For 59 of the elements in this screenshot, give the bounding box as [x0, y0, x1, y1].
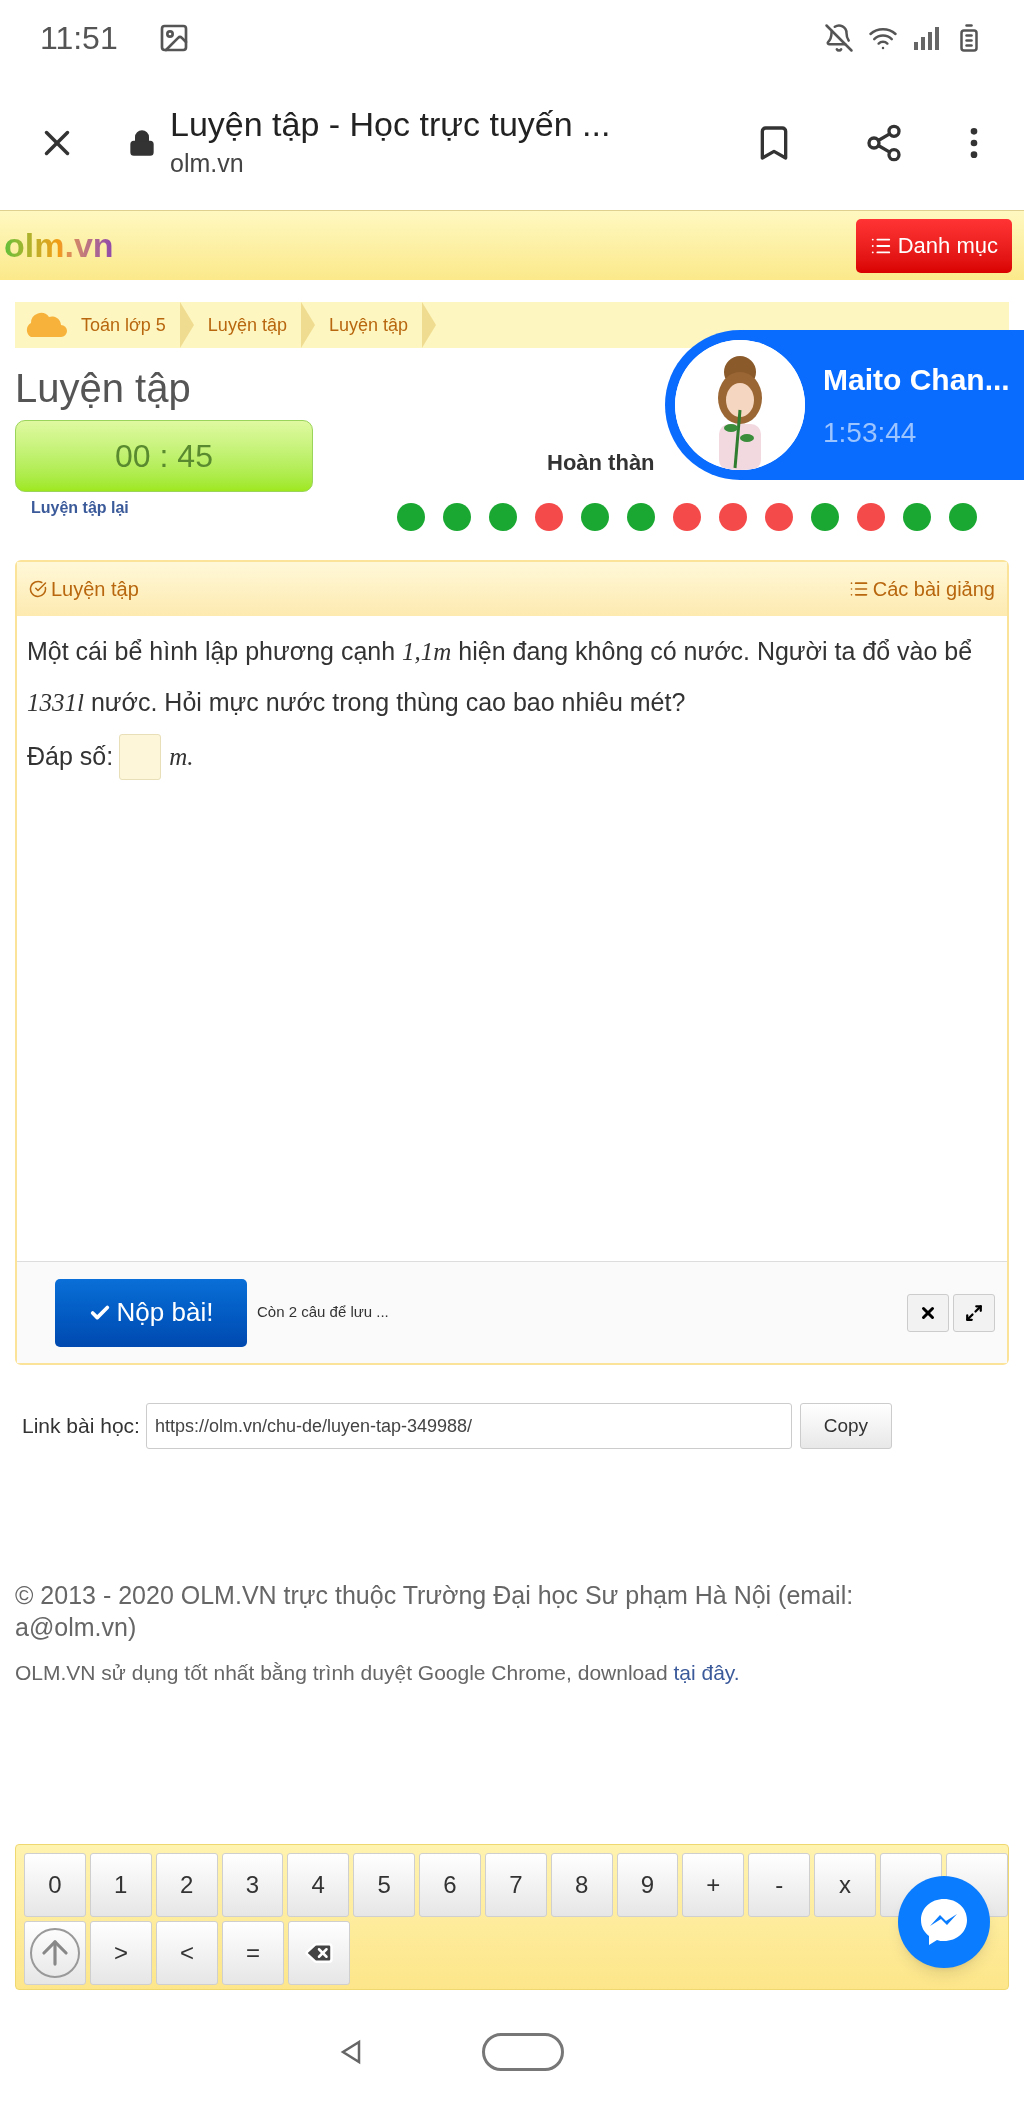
keypad-key[interactable]: 5 [353, 1853, 416, 1917]
home-button[interactable] [482, 2033, 564, 2071]
breadcrumb-link[interactable]: Luyện tập [314, 311, 422, 339]
answer-unit: m. [169, 742, 194, 773]
keypad-key[interactable]: 6 [419, 1853, 481, 1917]
chevron-icon [300, 302, 315, 348]
section-title: Luyện tập [15, 365, 192, 412]
backspace-key[interactable] [288, 1921, 350, 1985]
lessons-link[interactable]: Các bài giảng [848, 574, 995, 604]
answer-label: Đáp số: [27, 741, 114, 773]
signal-icon [912, 24, 940, 52]
expand-icon [965, 1303, 983, 1322]
keypad-key[interactable]: < [156, 1921, 218, 1985]
download-link[interactable]: tại đây. [673, 1661, 740, 1684]
chevron-icon [422, 302, 436, 348]
keypad-key[interactable]: 3 [221, 1853, 284, 1917]
retry-link[interactable]: Luyện tập lại [31, 496, 315, 520]
fullscreen-button[interactable] [953, 1293, 995, 1332]
chevron-icon [179, 302, 194, 348]
browser-note: OLM.VN sử dụng tốt nhất bằng trình duyệt Google Chrome, download tại đây. [15, 1660, 741, 1686]
keypad-key[interactable]: 0 [24, 1853, 86, 1917]
keypad-key[interactable]: 7 [484, 1853, 547, 1917]
question-text: Một cái bể hình lập phương cạnh 1,1m hiện đang không có nước. Người ta đổ vào bể 1331l nước. Hỏi mực nước trong thùng cao bao nhiêu mét? [27, 636, 974, 718]
keypad-key[interactable]: 9 [616, 1853, 679, 1917]
category-button[interactable]: Danh mục [855, 218, 1012, 273]
close-button[interactable] [907, 1293, 949, 1332]
keypad-key[interactable]: + [682, 1853, 745, 1917]
copyright-text: © 2013 - 2020 OLM.VN trực thuộc Trường Đại học Sư phạm Hà Nội (email: a@olm.vn) [15, 1580, 855, 1643]
mute-icon [824, 23, 854, 53]
status-time: 11:51 [40, 19, 118, 58]
progress-label: Hoàn thàn [547, 449, 655, 477]
breadcrumb-link[interactable]: Toán lớp 5 [67, 311, 180, 339]
keypad-key[interactable]: x [814, 1853, 876, 1917]
copy-button[interactable]: Copy [799, 1403, 892, 1449]
check-circle-icon [29, 580, 47, 598]
chat-name: Maito Chan... [823, 361, 1010, 398]
list-icon [848, 579, 869, 599]
keypad-key[interactable]: 8 [550, 1853, 613, 1917]
chat-head[interactable]: Maito Chan... 1:53:44 [665, 330, 1024, 480]
timer: 00 : 45 [15, 420, 313, 492]
page-url: olm.vn [170, 148, 245, 180]
toggle-key[interactable] [24, 1921, 86, 1985]
keypad-key[interactable]: - [748, 1853, 811, 1917]
keypad-key[interactable]: = [222, 1921, 284, 1985]
link-label: Link bài học: [22, 1413, 140, 1440]
page-title: Luyện tập - Học trực tuyến ... [170, 104, 611, 146]
share-icon[interactable] [864, 123, 904, 163]
submit-button[interactable]: Nộp bài! [55, 1278, 247, 1347]
chat-time: 1:53:44 [823, 415, 918, 450]
keypad-key[interactable]: 2 [155, 1853, 218, 1917]
card-title: Luyện tập [51, 577, 139, 602]
keypad-key[interactable]: 1 [89, 1853, 152, 1917]
keypad-key[interactable]: > [90, 1921, 152, 1985]
back-icon[interactable] [340, 2039, 362, 2065]
keypad-key[interactable]: 4 [287, 1853, 350, 1917]
link-field[interactable]: https://olm.vn/chu-de/luyen-tap-349988/ [145, 1403, 792, 1449]
breadcrumb-link[interactable]: Luyện tập [193, 311, 301, 339]
save-note: Còn 2 câu để lưu ... [257, 1302, 389, 1323]
lock-icon [128, 129, 156, 157]
